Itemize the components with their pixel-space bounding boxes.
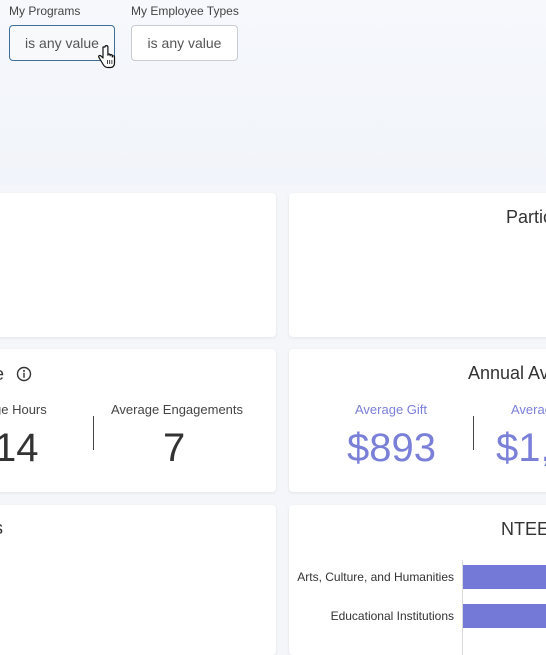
metric-divider [473, 416, 474, 450]
average-engagements-label: Average Engagements [111, 402, 244, 417]
filter-my-employee-types: My Employee Types is any value [131, 4, 239, 61]
average-hours-label: ge Hours [0, 402, 47, 417]
bar[interactable] [463, 604, 546, 628]
bar[interactable] [463, 565, 546, 589]
hand-cursor-icon [98, 45, 116, 69]
average-gift-label: Average Gift [355, 402, 428, 417]
info-icon[interactable] [16, 366, 32, 382]
bar-label: Educational Institutions [330, 609, 454, 623]
card-bottom-left: s [0, 505, 276, 655]
card-top-left [0, 193, 276, 337]
average-second-value: $1, [496, 426, 546, 470]
card-title: NTEE [501, 519, 546, 539]
card-title: Annual Av [468, 363, 546, 383]
card-title: e [0, 364, 4, 385]
metric-divider [93, 416, 94, 450]
bar-label: Arts, Culture, and Humanities [297, 570, 454, 584]
filter-label: My Employee Types [131, 4, 239, 18]
my-employee-types-filter-button[interactable]: is any value [131, 25, 238, 61]
card-ntee: NTEE Arts, Culture, and Humanities Educa… [289, 505, 546, 655]
average-engagements-value: 7 [163, 426, 186, 470]
average-hours-value: 14 [0, 426, 39, 470]
card-title: s [0, 518, 3, 539]
card-title: Partic [506, 207, 546, 227]
card-participation: Partic [289, 193, 546, 337]
card-annual-average: Annual Av Average Gift $893 Averag $1, [289, 349, 546, 492]
average-gift-value: $893 [347, 426, 436, 470]
filter-label: My Programs [9, 4, 81, 18]
average-second-label: Averag [511, 402, 546, 417]
card-engagement: e ge Hours 14 Average Engagements 7 [0, 349, 276, 492]
